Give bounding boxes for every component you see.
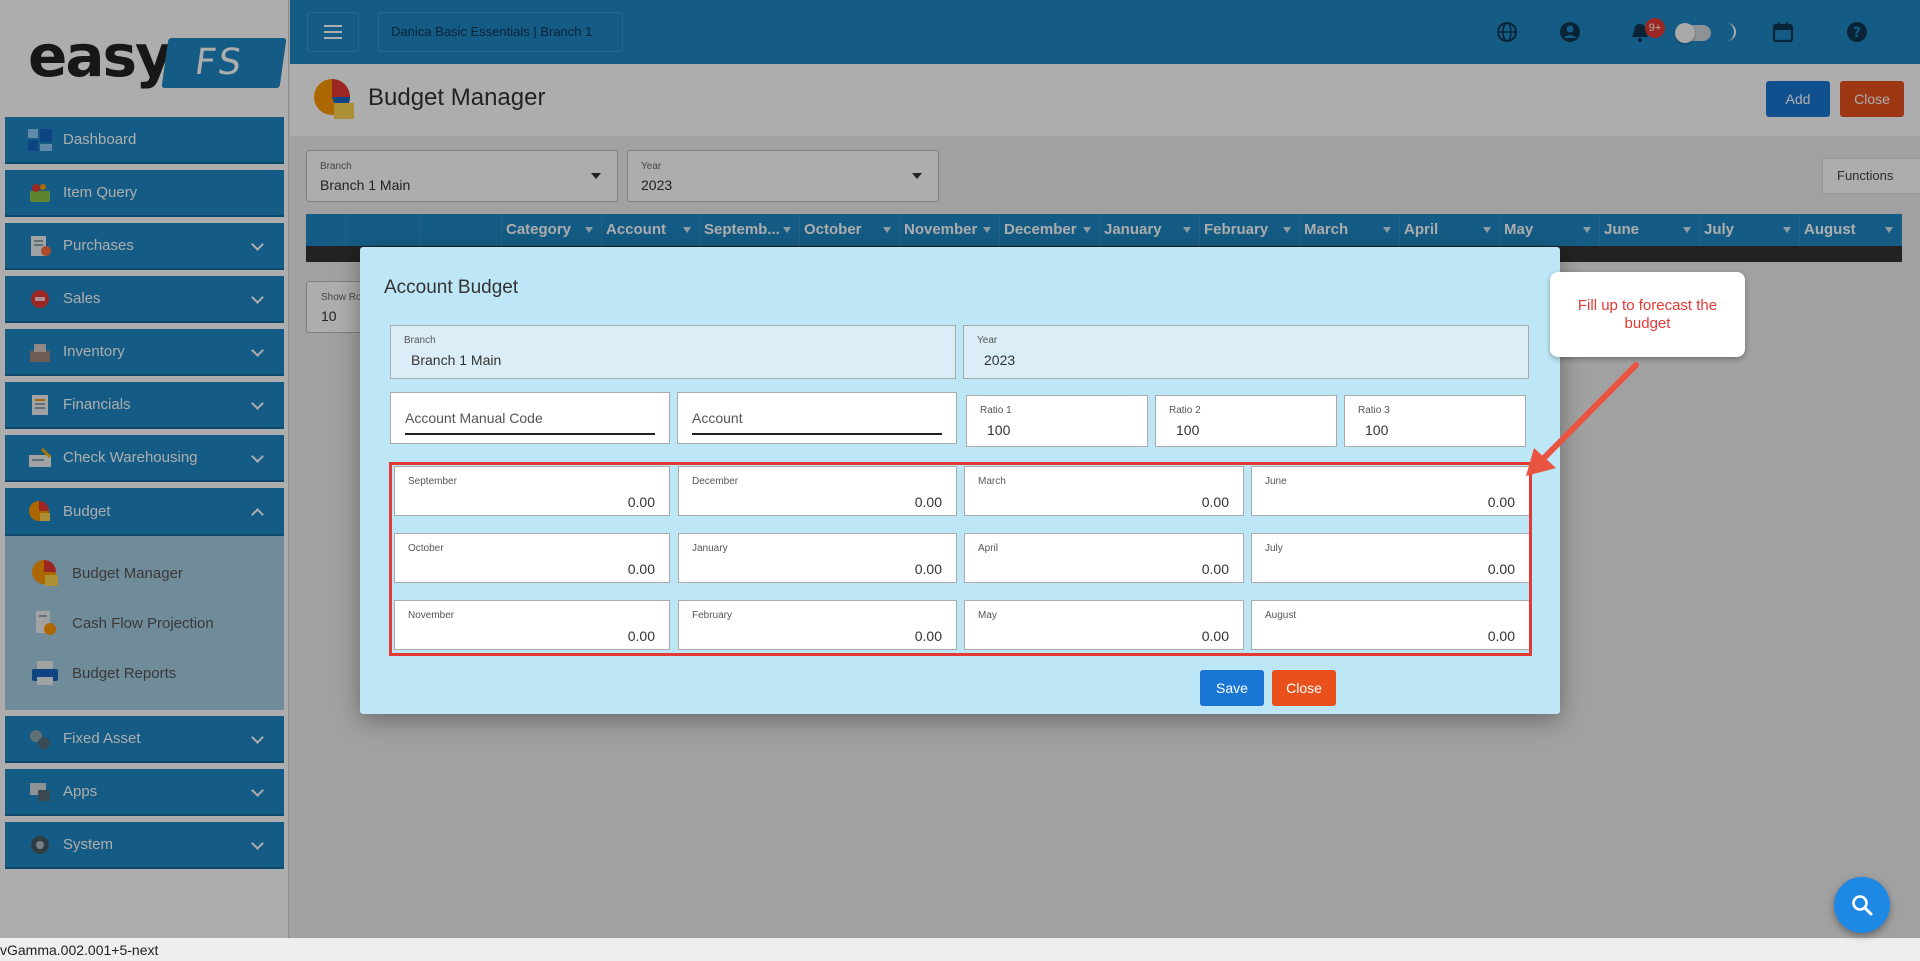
annotation-callout: Fill up to forecast the budget [1550,272,1745,357]
dialog-branch-value: Branch 1 Main [411,352,502,368]
account-budget-dialog: Account Budget Branch Branch 1 Main Year… [360,247,1560,714]
account-manual-code-input[interactable]: Account Manual Code [390,392,670,444]
account-manual-code-placeholder: Account Manual Code [405,410,543,426]
annotation-highlight-box [389,462,1532,656]
dialog-branch-label: Branch [404,335,436,346]
ratio-2-value: 100 [1176,422,1200,438]
ratio-3-input[interactable]: Ratio 3 100 [1344,395,1526,447]
ratio-2-input[interactable]: Ratio 2 100 [1155,395,1337,447]
dialog-year-label: Year [977,335,998,346]
dialog-title: Account Budget [384,277,519,298]
dialog-year-value: 2023 [984,352,1016,368]
search-icon [1852,895,1873,916]
search-fab-button[interactable] [1834,877,1890,933]
ratio-3-label: Ratio 3 [1358,405,1390,416]
account-input[interactable]: Account [677,392,957,444]
account-placeholder: Account [692,410,743,426]
dialog-year-field: Year 2023 [963,325,1529,379]
ratio-1-input[interactable]: Ratio 1 100 [966,395,1148,447]
version-label: vGamma.002.001+5-next [0,942,159,958]
dialog-branch-field: Branch Branch 1 Main [390,325,956,379]
ratio-1-value: 100 [987,422,1011,438]
ratio-2-label: Ratio 2 [1169,405,1201,416]
ratio-3-value: 100 [1365,422,1389,438]
ratio-1-label: Ratio 1 [980,405,1012,416]
save-button[interactable]: Save [1200,670,1264,706]
dialog-close-button[interactable]: Close [1272,670,1336,706]
